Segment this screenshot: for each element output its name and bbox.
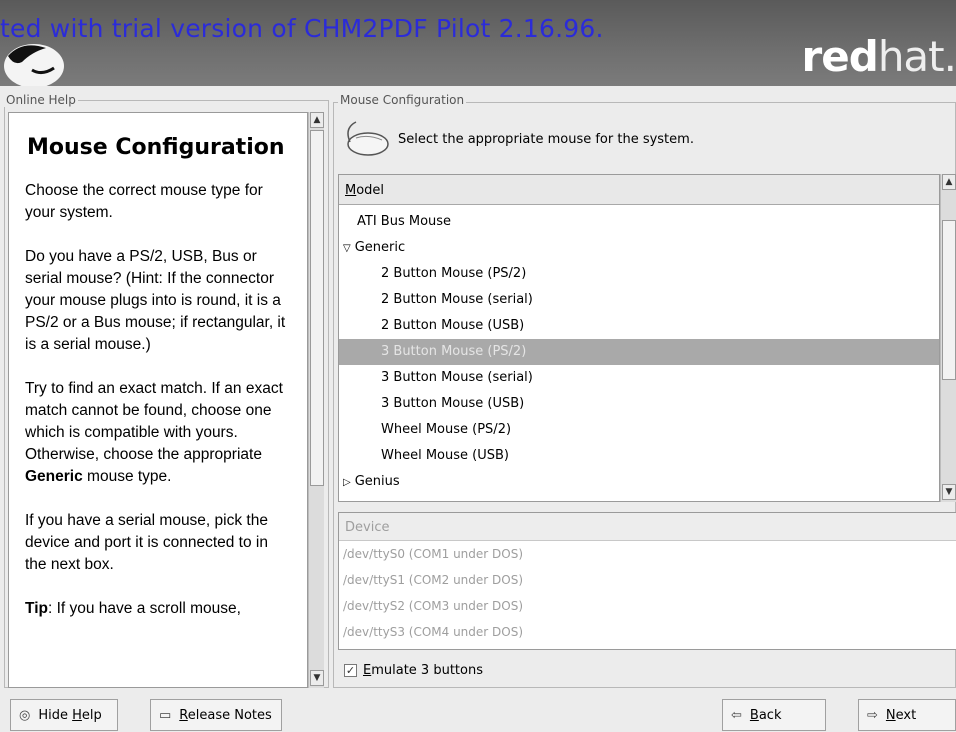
scrollbar-thumb[interactable] — [942, 220, 956, 380]
mouse-configuration-label: Mouse Configuration — [338, 93, 467, 107]
model-row[interactable]: ATI Bus Mouse — [339, 209, 939, 235]
model-column-header[interactable]: Model — [339, 175, 939, 205]
help-paragraph: Tip: If you have a scroll mouse, — [25, 600, 241, 617]
model-row-label: Genius — [354, 474, 400, 489]
help-scrollbar[interactable]: ▲ ▼ — [308, 112, 324, 688]
scroll-up-arrow-icon[interactable]: ▲ — [942, 174, 956, 190]
emulate-label: Emulate 3 buttons — [363, 663, 483, 678]
device-list[interactable]: Device /dev/ttyS0 (COM1 under DOS) /dev/… — [338, 512, 956, 650]
model-row[interactable]: 3 Button Mouse (serial) — [339, 365, 939, 391]
model-row-label: 2 Button Mouse (USB) — [381, 318, 525, 333]
next-button[interactable]: ⇨ Next — [858, 699, 956, 731]
model-row[interactable]: 2 Button Mouse (USB) — [339, 313, 939, 339]
model-row[interactable]: 3 Button Mouse (PS/2) — [339, 339, 939, 365]
back-arrow-icon: ⇦ — [731, 707, 742, 723]
model-row-label: ATI Bus Mouse — [357, 214, 452, 229]
model-row-label: 3 Button Mouse (serial) — [381, 370, 533, 385]
device-row[interactable]: /dev/ttyS3 (COM4 under DOS) — [339, 619, 956, 645]
mouse-icon — [347, 121, 389, 156]
device-row[interactable]: /dev/ttyS1 (COM2 under DOS) — [339, 567, 956, 593]
help-paragraph: Try to find an exact match. If an exact … — [25, 380, 283, 485]
help-title: Mouse Configuration — [27, 135, 285, 160]
model-row[interactable]: ▷ Genius — [339, 469, 939, 495]
checkbox-checked-icon[interactable]: ✓ — [344, 664, 357, 677]
model-row[interactable]: Wheel Mouse (USB) — [339, 443, 939, 469]
back-button[interactable]: ⇦ Back — [722, 699, 826, 731]
online-help-label: Online Help — [4, 93, 78, 107]
help-paragraph: If you have a serial mouse, pick the dev… — [25, 512, 268, 573]
device-row[interactable]: /dev/ttyS2 (COM3 under DOS) — [339, 593, 956, 619]
model-row[interactable]: 2 Button Mouse (PS/2) — [339, 261, 939, 287]
emulate-3-buttons-checkbox[interactable]: ✓ Emulate 3 buttons — [344, 663, 483, 678]
model-row[interactable]: ▽ Generic — [339, 235, 939, 261]
model-row-label: Wheel Mouse (PS/2) — [381, 422, 512, 437]
lifebuoy-icon: ◎ — [19, 707, 31, 723]
document-icon: ▭ — [159, 707, 172, 723]
help-paragraph: Choose the correct mouse type for your s… — [25, 182, 263, 221]
model-row[interactable]: 2 Button Mouse (serial) — [339, 287, 939, 313]
trial-watermark: ted with trial version of CHM2PDF Pilot … — [0, 14, 604, 43]
device-column-header: Device — [339, 513, 956, 541]
scroll-up-arrow-icon[interactable]: ▲ — [310, 112, 324, 128]
help-text-pane: Mouse Configuration Choose the correct m… — [8, 112, 308, 688]
expanded-arrow-icon[interactable]: ▽ — [343, 243, 351, 254]
model-list-scrollbar[interactable]: ▲ ▼ — [940, 174, 956, 502]
device-row[interactable]: /dev/ttyS0 (COM1 under DOS) — [339, 541, 956, 567]
header-banner: ted with trial version of CHM2PDF Pilot … — [0, 0, 956, 86]
model-row-label: Generic — [354, 240, 406, 255]
redhat-logo-text: redhat. — [801, 32, 956, 81]
help-paragraph: Do you have a PS/2, USB, Bus or serial m… — [25, 248, 286, 353]
model-row-label: 2 Button Mouse (serial) — [381, 292, 533, 307]
model-row-label: 3 Button Mouse (USB) — [381, 396, 525, 411]
model-row-label: 3 Button Mouse (PS/2) — [381, 344, 527, 359]
collapsed-arrow-icon[interactable]: ▷ — [343, 477, 351, 488]
release-notes-button[interactable]: ▭ Release Notes — [150, 699, 282, 731]
hide-help-button[interactable]: ◎ Hide Help — [10, 699, 118, 731]
scroll-down-arrow-icon[interactable]: ▼ — [942, 484, 956, 500]
mouse-config-instructions: Select the appropriate mouse for the sys… — [398, 132, 694, 147]
scroll-down-arrow-icon[interactable]: ▼ — [310, 670, 324, 686]
model-row[interactable]: Wheel Mouse (PS/2) — [339, 417, 939, 443]
model-list[interactable]: Model ATI Bus Mouse ▽ Generic 2 Button Mous… — [338, 174, 940, 502]
next-arrow-icon: ⇨ — [867, 707, 878, 723]
model-row-label: 2 Button Mouse (PS/2) — [381, 266, 527, 281]
model-row[interactable]: 3 Button Mouse (USB) — [339, 391, 939, 417]
model-row-label: Wheel Mouse (USB) — [381, 448, 509, 463]
scrollbar-thumb[interactable] — [310, 130, 324, 486]
